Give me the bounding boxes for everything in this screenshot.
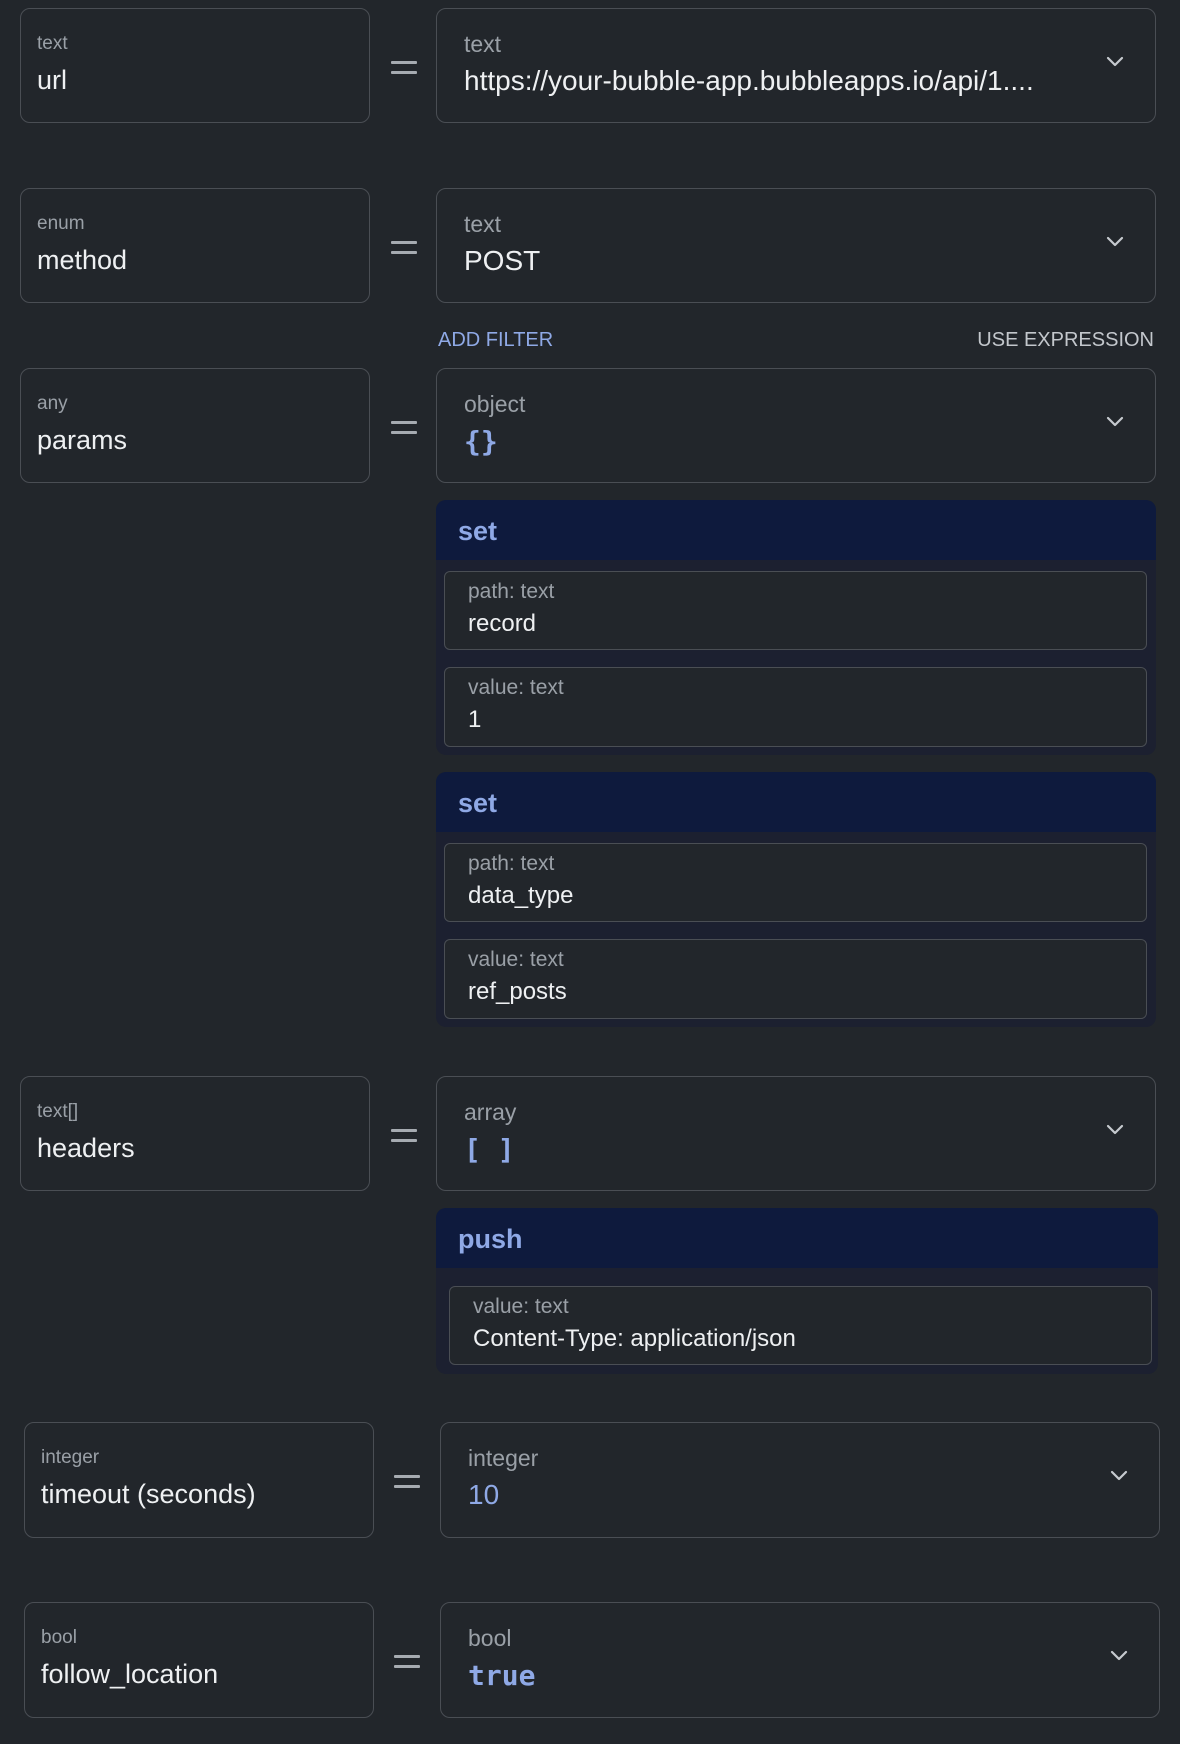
path-field[interactable]: path: text data_type xyxy=(444,843,1147,922)
field-type-label: text xyxy=(37,33,68,54)
value-type-label: bool xyxy=(468,1625,512,1651)
value-type-label: integer xyxy=(468,1445,539,1471)
equals-icon xyxy=(394,1471,420,1491)
value-field[interactable]: value: text ref_posts xyxy=(444,939,1147,1019)
field-type-label: integer xyxy=(41,1447,100,1468)
equals-icon xyxy=(391,1125,417,1145)
field-timeout-value-select[interactable]: integer 10 xyxy=(440,1422,1160,1538)
value-text: [ ] xyxy=(464,1133,515,1166)
field-name-label: follow_location xyxy=(41,1659,219,1689)
field-name-label: url xyxy=(37,65,68,95)
field-type-label: text[] xyxy=(37,1101,79,1122)
operation-label: push xyxy=(436,1208,1158,1268)
chevron-down-icon[interactable] xyxy=(1105,411,1125,431)
field-headers-value-select[interactable]: array [ ] xyxy=(436,1076,1156,1191)
field-name-label: params xyxy=(37,425,128,455)
value-field[interactable]: value: text Content-Type: application/js… xyxy=(449,1286,1152,1365)
field-type-label: enum xyxy=(37,213,85,234)
equals-icon xyxy=(391,237,417,257)
value-label: value: text xyxy=(468,948,564,971)
path-field[interactable]: path: text record xyxy=(444,571,1147,650)
field-timeout-name[interactable]: integer timeout (seconds) xyxy=(24,1422,374,1538)
field-type-label: bool xyxy=(41,1627,77,1648)
field-method-value-select[interactable]: text POST xyxy=(436,188,1156,303)
value-text: 10 xyxy=(468,1479,500,1510)
value-field[interactable]: value: text 1 xyxy=(444,667,1147,747)
value-type-label: array xyxy=(464,1099,517,1125)
value-label: value: text xyxy=(473,1295,569,1318)
chevron-down-icon[interactable] xyxy=(1105,1119,1125,1139)
push-operation: push value: text Content-Type: applicati… xyxy=(436,1208,1158,1374)
chevron-down-icon[interactable] xyxy=(1105,51,1125,71)
field-name-label: method xyxy=(37,245,128,275)
operation-label: set xyxy=(436,500,1156,560)
value-text: {} xyxy=(464,425,498,458)
path-label: path: text xyxy=(468,580,555,603)
field-params-value-select[interactable]: object {} xyxy=(436,368,1156,483)
operation-label: set xyxy=(436,772,1156,832)
field-type-label: any xyxy=(37,393,68,414)
field-name-label: timeout (seconds) xyxy=(41,1479,256,1509)
value-value: ref_posts xyxy=(468,978,567,1005)
value-type-label: object xyxy=(464,391,526,417)
field-method-name[interactable]: enum method xyxy=(20,188,370,303)
value-text: https://your-bubble-app.bubbleapps.io/ap… xyxy=(464,65,1034,96)
path-value: record xyxy=(468,610,537,637)
value-value: Content-Type: application/json xyxy=(473,1325,796,1352)
field-name-label: headers xyxy=(37,1133,135,1163)
set-operation: set path: text data_type value: text ref… xyxy=(436,772,1156,1027)
equals-icon xyxy=(391,417,417,437)
equals-icon xyxy=(391,57,417,77)
value-type-label: text xyxy=(464,31,502,57)
set-operation: set path: text record value: text 1 xyxy=(436,500,1156,755)
chevron-down-icon[interactable] xyxy=(1109,1645,1129,1665)
field-headers-name[interactable]: text[] headers xyxy=(20,1076,370,1191)
field-url-name[interactable]: text url xyxy=(20,8,370,123)
chevron-down-icon[interactable] xyxy=(1109,1465,1129,1485)
value-text: POST xyxy=(464,245,541,276)
field-params-name[interactable]: any params xyxy=(20,368,370,483)
use-expression-link[interactable]: USE EXPRESSION xyxy=(977,329,1154,352)
path-value: data_type xyxy=(468,882,574,909)
value-value: 1 xyxy=(468,706,482,733)
equals-icon xyxy=(394,1651,420,1671)
field-url-value-select[interactable]: text https://your-bubble-app.bubbleapps.… xyxy=(436,8,1156,123)
field-follow-location-value-select[interactable]: bool true xyxy=(440,1602,1160,1718)
field-follow-location-name[interactable]: bool follow_location xyxy=(24,1602,374,1718)
chevron-down-icon[interactable] xyxy=(1105,231,1125,251)
value-text: true xyxy=(468,1659,536,1692)
path-label: path: text xyxy=(468,852,555,875)
value-label: value: text xyxy=(468,676,564,699)
value-type-label: text xyxy=(464,211,502,237)
add-filter-link[interactable]: ADD FILTER xyxy=(438,329,553,352)
